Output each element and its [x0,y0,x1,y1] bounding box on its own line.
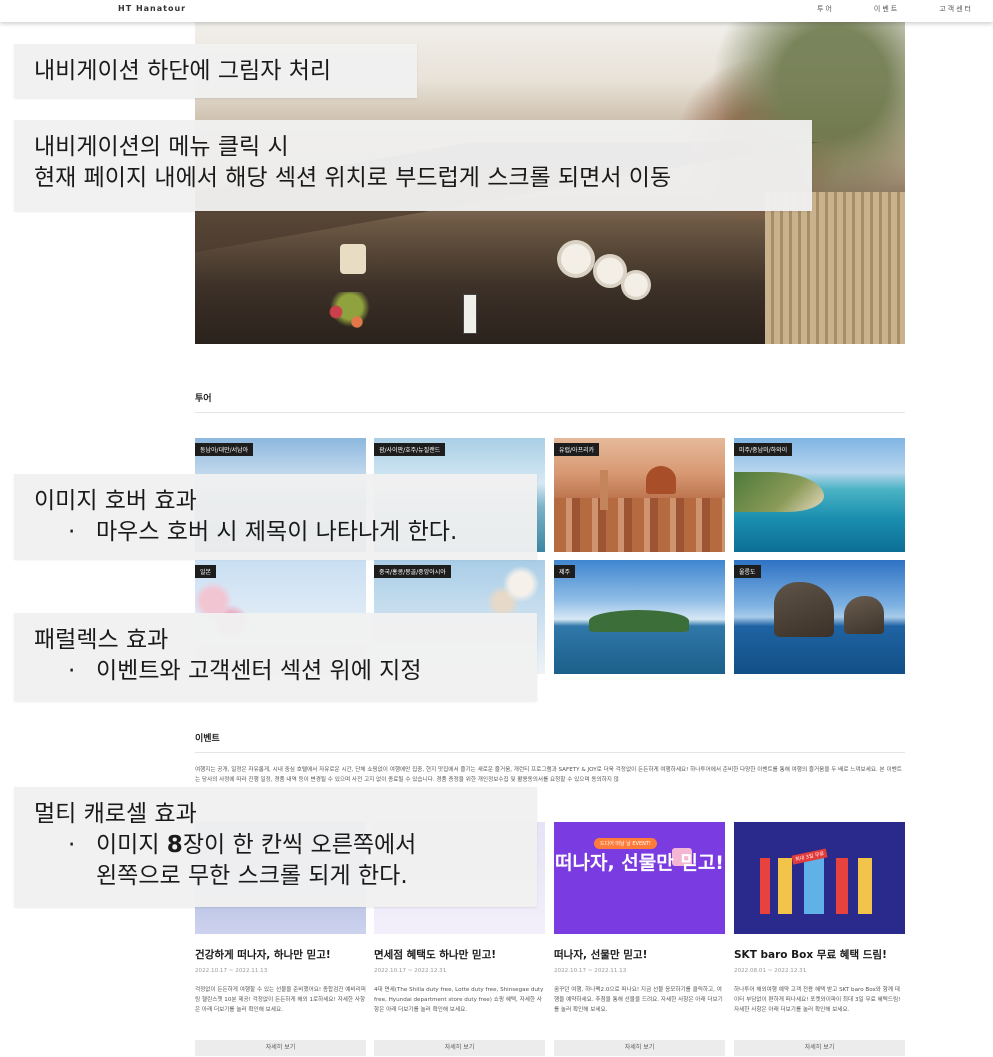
brand-logo[interactable]: HT Hanatour [118,4,186,13]
florence-dome [646,466,676,494]
annotation-text: 장이 한 칸씩 오른쪽에서 [182,832,417,858]
annotation-text: 이벤트와 고객센터 섹션 위에 지정 [96,658,422,684]
hero-fence [765,192,905,344]
tile-label: 동남아/대만/서남아 [195,443,254,456]
annotation-number: 8 [166,832,183,858]
tile-label: 미주/중남미/하와이 [734,443,793,456]
event-card-text: 꿈꾸던 여행, 하나팩2.0으로 떠나요! 지금 선물 응모하기를 클릭하고, … [554,987,723,1013]
event-card-title: 떠나자, 선물만 믿고! [554,949,648,961]
event-card-image[interactable]: 최대 3일 무료 [734,822,905,934]
tile-label: 유럽/아프리카 [554,443,600,456]
tile-label: 일본 [195,565,217,578]
annotation-subtext: · 이미지 8장이 한 칸씩 오른쪽에서 [34,830,517,861]
bullet-icon: · [68,519,76,545]
bullet-icon: · [68,658,76,684]
event-description: 여행지는 공개, 일정은 자유롭게, 시내 중심 호텔에서 자유로운 시간, 단… [195,767,902,783]
tour-tile-ulleungdo[interactable]: 울릉도 [734,560,905,674]
event-card-text: 걱정없이 든든하게 여행할 수 있는 선물을 준비했어요! 종합검진 예비리퍼링… [195,987,366,1013]
annotation-subtext: · 이벤트와 고객센터 섹션 위에 지정 [34,656,517,687]
annotation-image-hover: 이미지 호버 효과 · 마우스 호버 시 제목이 나타나게 한다. [14,474,537,559]
tile-label: 괌/사이판/호주/뉴질랜드 [374,443,446,456]
detail-button[interactable]: 자세히 보기 [195,1040,366,1056]
blossom [485,560,545,620]
tour-divider [195,412,905,413]
hero-lantern [340,244,366,274]
tour-tile-europe[interactable]: 유럽/아프리카 [554,438,725,552]
event-divider [195,752,905,753]
event-card-title: SKT baro Box 무료 혜택 드림! [734,949,887,961]
dokdo-rock [774,582,834,637]
event-card-image[interactable]: 드디어 떠날 날 EVENT! 떠나자, 선물만 믿고! [554,822,725,934]
page: HT Hanatour 투어 이벤트 고객센터 투어 동남아/대만/서남아 괌/… [0,0,993,1057]
tile-label: 중국/홍콩/몽골/중앙아시아 [374,565,451,578]
annotation-text: 내비게이션의 메뉴 클릭 시 [34,134,289,160]
travel-illustration [752,858,887,914]
annotation-smooth-scroll: 내비게이션의 메뉴 클릭 시 현재 페이지 내에서 해당 섹션 위치로 부드럽게… [14,120,812,211]
bullet-icon: · [68,832,76,858]
annotation-multi-carousel: 멀티 캐로셀 효과 · 이미지 8장이 한 칸씩 오른쪽에서 왼쪽으로 무한 스크… [14,787,537,907]
tile-label: 제주 [554,565,576,578]
event-section-title: 이벤트 [195,734,220,744]
hero-umbrella [557,240,595,278]
image-bubble-text: 드디어 떠날 날 EVENT! [594,838,657,849]
florence-roofs [554,498,725,552]
annotation-subtext: 왼쪽으로 무한 스크롤 되게 한다. [96,863,408,889]
detail-button[interactable]: 자세히 보기 [554,1040,725,1056]
nav-item-customer-center[interactable]: 고객센터 [939,4,973,14]
nav-item-event[interactable]: 이벤트 [874,4,899,14]
nav-menu: 투어 이벤트 고객센터 [817,4,973,14]
annotation-text: 마우스 호버 시 제목이 나타나게 한다. [96,519,458,545]
detail-button[interactable]: 자세히 보기 [374,1040,545,1056]
annotation-parallax: 패럴렉스 효과 · 이벤트와 고객센터 섹션 위에 지정 [14,613,537,701]
jeju-island [589,610,689,632]
hero-flowers [315,292,385,342]
annotation-text: 이미지 호버 효과 [34,488,197,514]
tour-tile-americas[interactable]: 미주/중남미/하와이 [734,438,905,552]
annotation-text: 패럴렉스 효과 [34,627,169,653]
tour-tile-jeju[interactable]: 제주 [554,560,725,674]
annotation-nav-shadow: 내비게이션 하단에 그림자 처리 [14,44,417,98]
top-navigation: HT Hanatour 투어 이벤트 고객센터 [0,0,993,22]
tile-label: 울릉도 [734,565,761,578]
detail-button[interactable]: 자세히 보기 [734,1040,905,1056]
event-card-text: 4대 면세(The Shilla duty free, Lotte duty f… [374,987,544,1013]
event-card-title: 건강하게 떠나자, 하나만 믿고! [195,949,331,961]
dokdo-rock [844,596,884,634]
annotation-text: 현재 페이지 내에서 해당 섹션 위치로 부드럽게 스크롤 되면서 이동 [34,165,672,191]
nav-item-tour[interactable]: 투어 [817,4,834,14]
event-card-title: 면세점 혜택도 하나만 믿고! [374,949,497,961]
annotation-text: 이미지 [96,832,167,858]
event-card-text: 하나투어 해외여행 예약 고객 전용 혜택 받고 SKT baro Box와 함… [734,987,901,1013]
annotation-text: 멀티 캐로셀 효과 [34,801,197,827]
event-card-date: 2022.10.17 ~ 2022.12.31 [374,968,447,974]
event-card-date: 2022.10.17 ~ 2022.11.13 [554,968,627,974]
event-card-date: 2022.10.17 ~ 2022.11.13 [195,968,268,974]
image-headline: 떠나자, 선물만 믿고! [555,852,724,874]
hero-signboard [463,294,477,334]
tour-section-title: 투어 [195,394,212,404]
annotation-text: 내비게이션 하단에 그림자 처리 [34,58,332,84]
beach-land [734,472,824,512]
florence-tower [600,470,608,510]
hero-umbrella [621,270,651,300]
event-card-date: 2022.08.01 ~ 2022.12.31 [734,968,807,974]
annotation-subtext: · 마우스 호버 시 제목이 나타나게 한다. [34,517,517,548]
